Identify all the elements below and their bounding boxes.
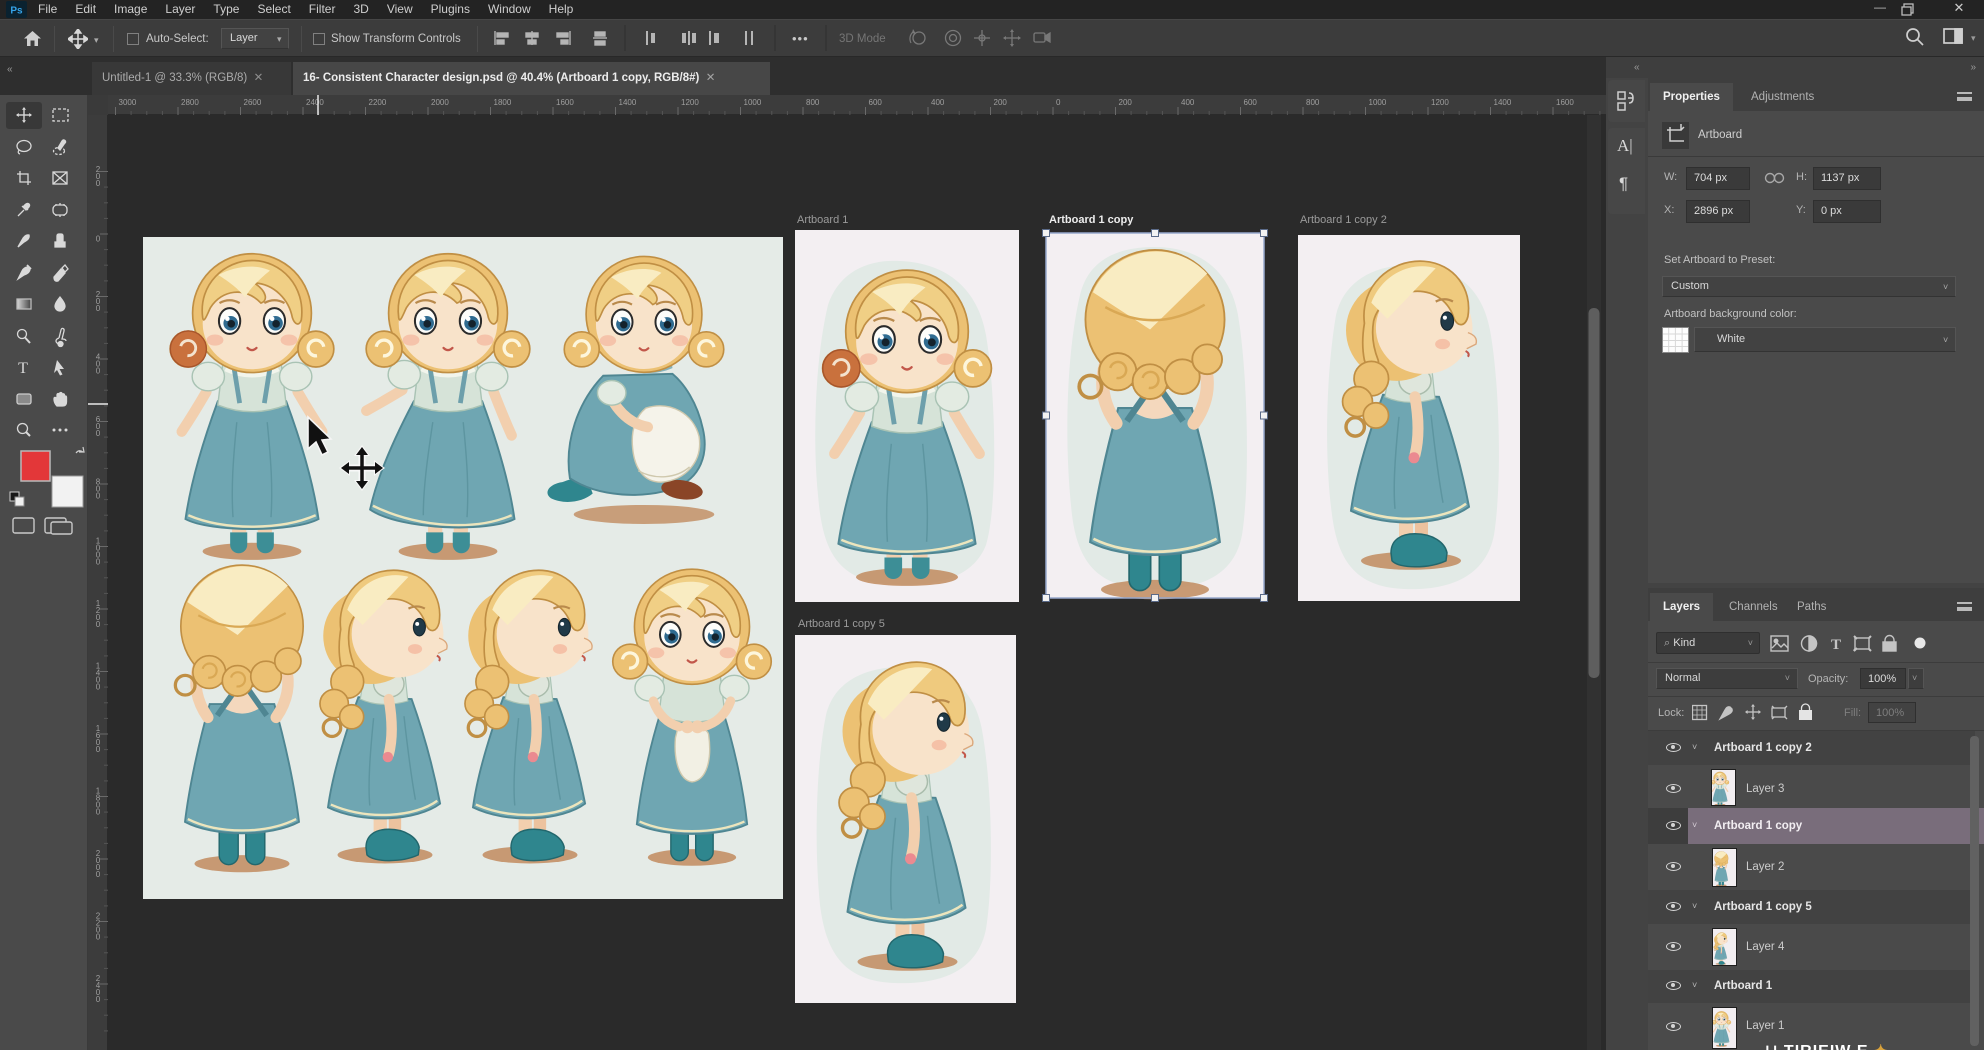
svg-text:1400: 1400 [1494,98,1512,107]
svg-text:▾: ▾ [1971,33,1976,43]
svg-text:0: 0 [1056,98,1061,107]
svg-text:2600: 2600 [244,98,262,107]
svg-text:400: 400 [94,353,103,374]
svg-text:3D Mode: 3D Mode [839,33,886,45]
svg-text:1600: 1600 [556,98,574,107]
svg-text:Artboard 1 copy 5: Artboard 1 copy 5 [798,618,885,630]
svg-text:1800: 1800 [494,98,512,107]
svg-text:2000: 2000 [431,98,449,107]
svg-text:T: T [1831,637,1841,653]
svg-text:600: 600 [869,98,883,107]
svg-text:•••: ••• [792,31,809,46]
svg-text:Ps: Ps [10,6,23,17]
svg-text:3000: 3000 [119,98,137,107]
svg-text:1600: 1600 [94,724,103,752]
svg-text:1400: 1400 [94,662,103,690]
svg-text:200: 200 [94,290,103,311]
svg-text:800: 800 [94,478,103,499]
svg-text:400: 400 [1181,98,1195,107]
svg-text:800: 800 [1306,98,1320,107]
svg-text:1200: 1200 [1431,98,1449,107]
svg-text:0: 0 [94,235,103,242]
svg-text:200: 200 [94,165,103,186]
svg-text:200: 200 [1119,98,1133,107]
svg-text:Artboard 1 copy 2: Artboard 1 copy 2 [1300,214,1387,226]
svg-text:2000: 2000 [94,849,103,877]
svg-text:400: 400 [931,98,945,107]
svg-text:Artboard 1: Artboard 1 [797,214,848,226]
svg-text:600: 600 [1244,98,1258,107]
svg-text:800: 800 [806,98,820,107]
svg-text:1800: 1800 [94,787,103,815]
svg-text:2800: 2800 [181,98,199,107]
svg-text:1600: 1600 [1556,98,1574,107]
svg-text:1200: 1200 [681,98,699,107]
svg-text:600: 600 [94,415,103,436]
svg-text:1000: 1000 [744,98,762,107]
svg-text:200: 200 [994,98,1008,107]
svg-text:T: T [18,360,28,377]
svg-text:2400: 2400 [306,98,324,107]
svg-text:1200: 1200 [94,599,103,627]
svg-text:Artboard 1 copy: Artboard 1 copy [1049,214,1134,226]
svg-text:1000: 1000 [1369,98,1387,107]
svg-text:1400: 1400 [619,98,637,107]
svg-text:1000: 1000 [94,537,103,565]
svg-text:2200: 2200 [94,912,103,940]
svg-text:2200: 2200 [369,98,387,107]
svg-text:2400: 2400 [94,974,103,1002]
